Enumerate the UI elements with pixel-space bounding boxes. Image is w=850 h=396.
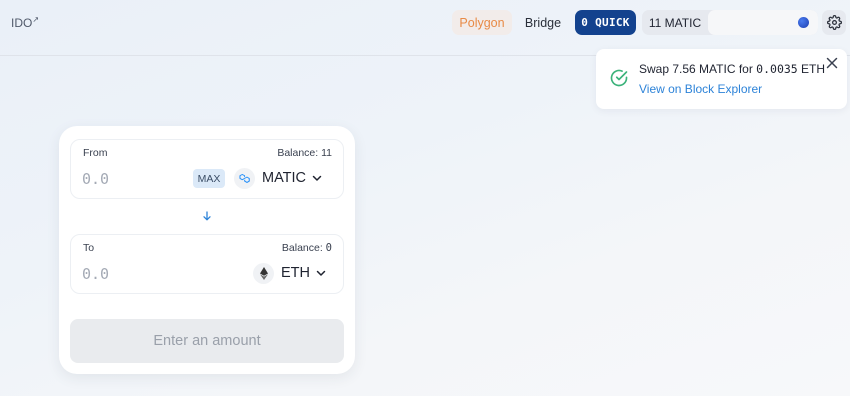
from-label: From [83, 147, 108, 159]
settings-button[interactable] [822, 10, 846, 35]
block-explorer-link[interactable]: View on Block Explorer [639, 82, 762, 96]
to-balance-value: 0 [325, 242, 332, 254]
to-label: To [83, 242, 95, 254]
eth-icon [253, 262, 274, 284]
toast-message: Swap 7.56 MATIC for 0.0035 ETH [639, 62, 825, 76]
network-selector-button[interactable]: Polygon [452, 10, 512, 35]
wallet-balance: 11 MATIC [648, 15, 702, 30]
transaction-toast: Swap 7.56 MATIC for 0.0035 ETH View on B… [596, 49, 847, 109]
to-token-symbol: ETH [281, 265, 310, 281]
gear-icon [826, 15, 842, 30]
bridge-link[interactable]: Bridge [520, 10, 566, 35]
swap-direction-arrow-icon[interactable] [201, 210, 213, 222]
enter-amount-button[interactable]: Enter an amount [70, 319, 344, 363]
toast-mid: MATIC for [695, 62, 757, 76]
wallet-avatar-icon [798, 17, 809, 28]
top-bar: IDO↗ Polygon Bridge 0 QUICK 11 MATIC [0, 0, 850, 56]
wallet-button[interactable]: 11 MATIC [642, 10, 818, 35]
from-field: From Balance: 11 MAX MATIC [70, 139, 344, 199]
to-token-selector[interactable]: ETH [253, 261, 326, 285]
from-token-selector[interactable]: MATIC [234, 166, 322, 190]
to-balance-prefix: Balance: [281, 242, 326, 254]
chevron-down-icon [312, 175, 322, 181]
from-token-symbol: MATIC [262, 170, 307, 186]
max-button[interactable]: MAX [193, 169, 225, 188]
toast-prefix: Swap [639, 62, 673, 76]
toast-from-amount: 7.56 [672, 62, 696, 76]
from-amount-input[interactable] [82, 170, 172, 188]
network-label: Polygon [459, 15, 505, 30]
chevron-down-icon [316, 270, 326, 276]
external-link-icon: ↗ [32, 15, 40, 24]
check-circle-icon [610, 69, 628, 87]
to-amount-input[interactable] [82, 265, 172, 283]
quick-balance-button[interactable]: 0 QUICK [575, 10, 636, 35]
bridge-label: Bridge [524, 15, 562, 30]
swap-card: From Balance: 11 MAX MATIC To Balance: 0… [59, 126, 355, 374]
matic-icon [234, 167, 255, 189]
toast-suffix: ETH [797, 62, 826, 76]
ido-label: IDO [11, 16, 33, 30]
close-icon[interactable] [826, 57, 838, 69]
toast-to-amount: 0.0035 [756, 62, 798, 76]
to-balance: Balance: 0 [282, 242, 332, 254]
wallet-address [708, 10, 818, 35]
quick-balance-label: 0 QUICK [581, 16, 630, 29]
to-field: To Balance: 0 ETH [70, 234, 344, 294]
from-balance: Balance: 11 [277, 147, 332, 159]
ido-link[interactable]: IDO↗ [11, 15, 39, 30]
